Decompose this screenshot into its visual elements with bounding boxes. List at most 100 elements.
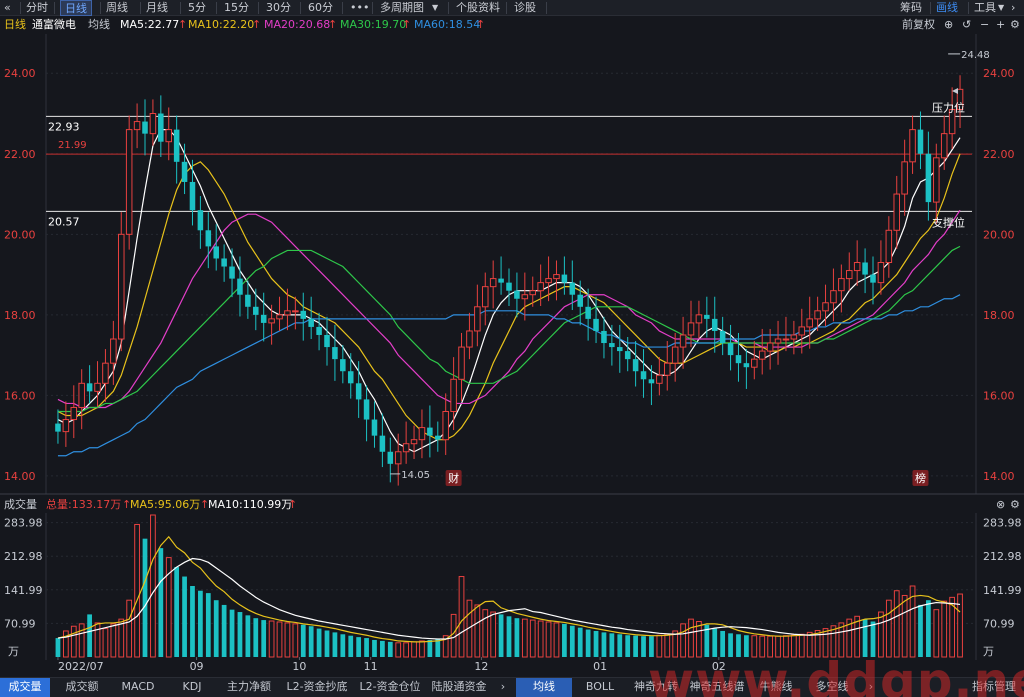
candle-body-up [790, 334, 798, 340]
price-tick-left: 20.00 [4, 228, 36, 241]
tab-northbound[interactable]: 陆股通资金 [426, 678, 492, 697]
x-axis-label: 09 [190, 660, 204, 673]
candle-body-down [704, 314, 710, 319]
volume-bar-down [712, 628, 718, 657]
x-axis-label: 01 [593, 660, 607, 673]
gear-icon[interactable]: ⚙ [1010, 497, 1020, 513]
volume-bar-down [213, 600, 219, 657]
red-line-value: 21.99 [58, 140, 87, 151]
x-axis-label: 11 [364, 660, 378, 673]
volume-bar-up [537, 620, 544, 658]
candle-body-down [561, 274, 568, 283]
candle-body-up [853, 262, 861, 272]
tab-volume[interactable]: 成交量 [0, 678, 50, 697]
tab-l2-bottom[interactable]: L2-资金抄底 [280, 678, 354, 697]
volume-bar-up [395, 642, 402, 658]
candle-body-down [332, 347, 338, 360]
tab-main-net[interactable]: 主力净额 [220, 678, 278, 697]
volume-bar-up [292, 623, 299, 658]
tab-kdj[interactable]: KDJ [166, 678, 218, 697]
candle-body-down [324, 334, 330, 348]
tab-boll[interactable]: BOLL [574, 678, 626, 697]
candle-body-down [245, 294, 251, 307]
volume-bar-down [862, 619, 868, 657]
volume-bar-down [332, 632, 338, 657]
candle-body-up [165, 129, 173, 143]
tab-turnover[interactable]: 成交额 [54, 678, 110, 697]
tab-ma[interactable]: 均线 [516, 678, 572, 697]
tab-l2-position[interactable]: L2-资金仓位 [354, 678, 426, 697]
total-up-arrow-icon: ↑ [122, 498, 132, 511]
volume-bar-down [205, 593, 211, 657]
tab-macd[interactable]: MACD [112, 678, 164, 697]
candle-body-down [237, 278, 243, 295]
volume-bar-up [110, 623, 117, 658]
candle-body-up [671, 346, 679, 364]
volume-bar-down [324, 630, 330, 657]
candle-body-up [806, 318, 813, 328]
volume-bar-up [545, 621, 552, 658]
volume-bar-down [728, 633, 733, 657]
price-panel-bg [0, 34, 1024, 494]
candle-body-up [901, 161, 908, 195]
price-tick-left: 14.00 [4, 470, 36, 483]
volume-bar-down [633, 635, 638, 657]
tab-more-chevron-icon[interactable]: › [864, 678, 878, 697]
volume-bar-up [403, 642, 410, 658]
candle-body-up [62, 419, 70, 433]
candle-body-down [300, 310, 307, 319]
volume-bar-up [806, 631, 813, 658]
candle-body-down [205, 230, 212, 247]
candle-body-up [410, 439, 418, 445]
price-volume-chart[interactable]: 24.00 24.00 22.00 22.00 20.00 20.00 18.00 18.00… [0, 0, 1024, 697]
volume-bar-down [364, 638, 369, 657]
candle-body-up [529, 290, 537, 296]
tab-five-lines[interactable]: 神奇五线谱 [686, 678, 748, 697]
candle-body-up [149, 113, 157, 135]
tab-bull-bear[interactable]: 牛熊线 [750, 678, 802, 697]
volume-bar-up [656, 634, 663, 658]
tab-indicator-manage[interactable]: 指标管理 [966, 678, 1022, 697]
volume-bar-down [569, 625, 575, 657]
candle-body-up [70, 406, 78, 421]
volume-bar-down [918, 604, 923, 657]
candle-body-up [450, 378, 457, 412]
volume-bar-down [435, 639, 441, 657]
ma10-vol-up-arrow-icon: ↑ [288, 498, 298, 511]
close-circle-icon[interactable]: ⊗ [996, 497, 1005, 513]
candle-body-down [158, 113, 164, 142]
vol-unit-left: 万 [8, 645, 19, 658]
candle-body-up [418, 427, 426, 441]
volume-bar-down [593, 630, 599, 657]
candle-body-up [774, 338, 782, 344]
candle-body-up [940, 133, 948, 159]
volume-bar-up [798, 633, 805, 658]
volume-bar-up [893, 590, 900, 658]
tab-long-short[interactable]: 多空线 [804, 678, 860, 697]
candle-body-down [569, 282, 576, 295]
price-tick-left: 18.00 [4, 309, 36, 322]
volume-ma10: MA10:110.99万 [208, 498, 293, 511]
candle-body-down [55, 423, 61, 432]
candle-body-down [340, 359, 346, 372]
chevron-right-icon[interactable]: › [496, 678, 510, 697]
x-axis-label: 10 [292, 660, 306, 673]
candle-body-down [624, 351, 631, 360]
volume-bar-down [380, 640, 385, 657]
volume-bar-up [901, 594, 908, 658]
candle-body-down [601, 330, 607, 344]
candle-body-down [253, 306, 259, 315]
tab-td9[interactable]: 神奇九转 [628, 678, 684, 697]
volume-bar-up [94, 622, 101, 658]
candle-body-up [402, 443, 410, 453]
volume-bar-down [720, 630, 726, 657]
volume-bar-up [933, 609, 940, 658]
price-tick-left: 24.00 [4, 67, 36, 80]
candle-body-down [229, 266, 235, 279]
volume-bar-down [182, 576, 187, 657]
candle-body-down [213, 246, 219, 259]
price-tick-right: 14.00 [983, 470, 1015, 483]
candle-body-up [474, 306, 481, 332]
volume-bar-up [419, 640, 425, 658]
candle-body-down [632, 359, 639, 372]
